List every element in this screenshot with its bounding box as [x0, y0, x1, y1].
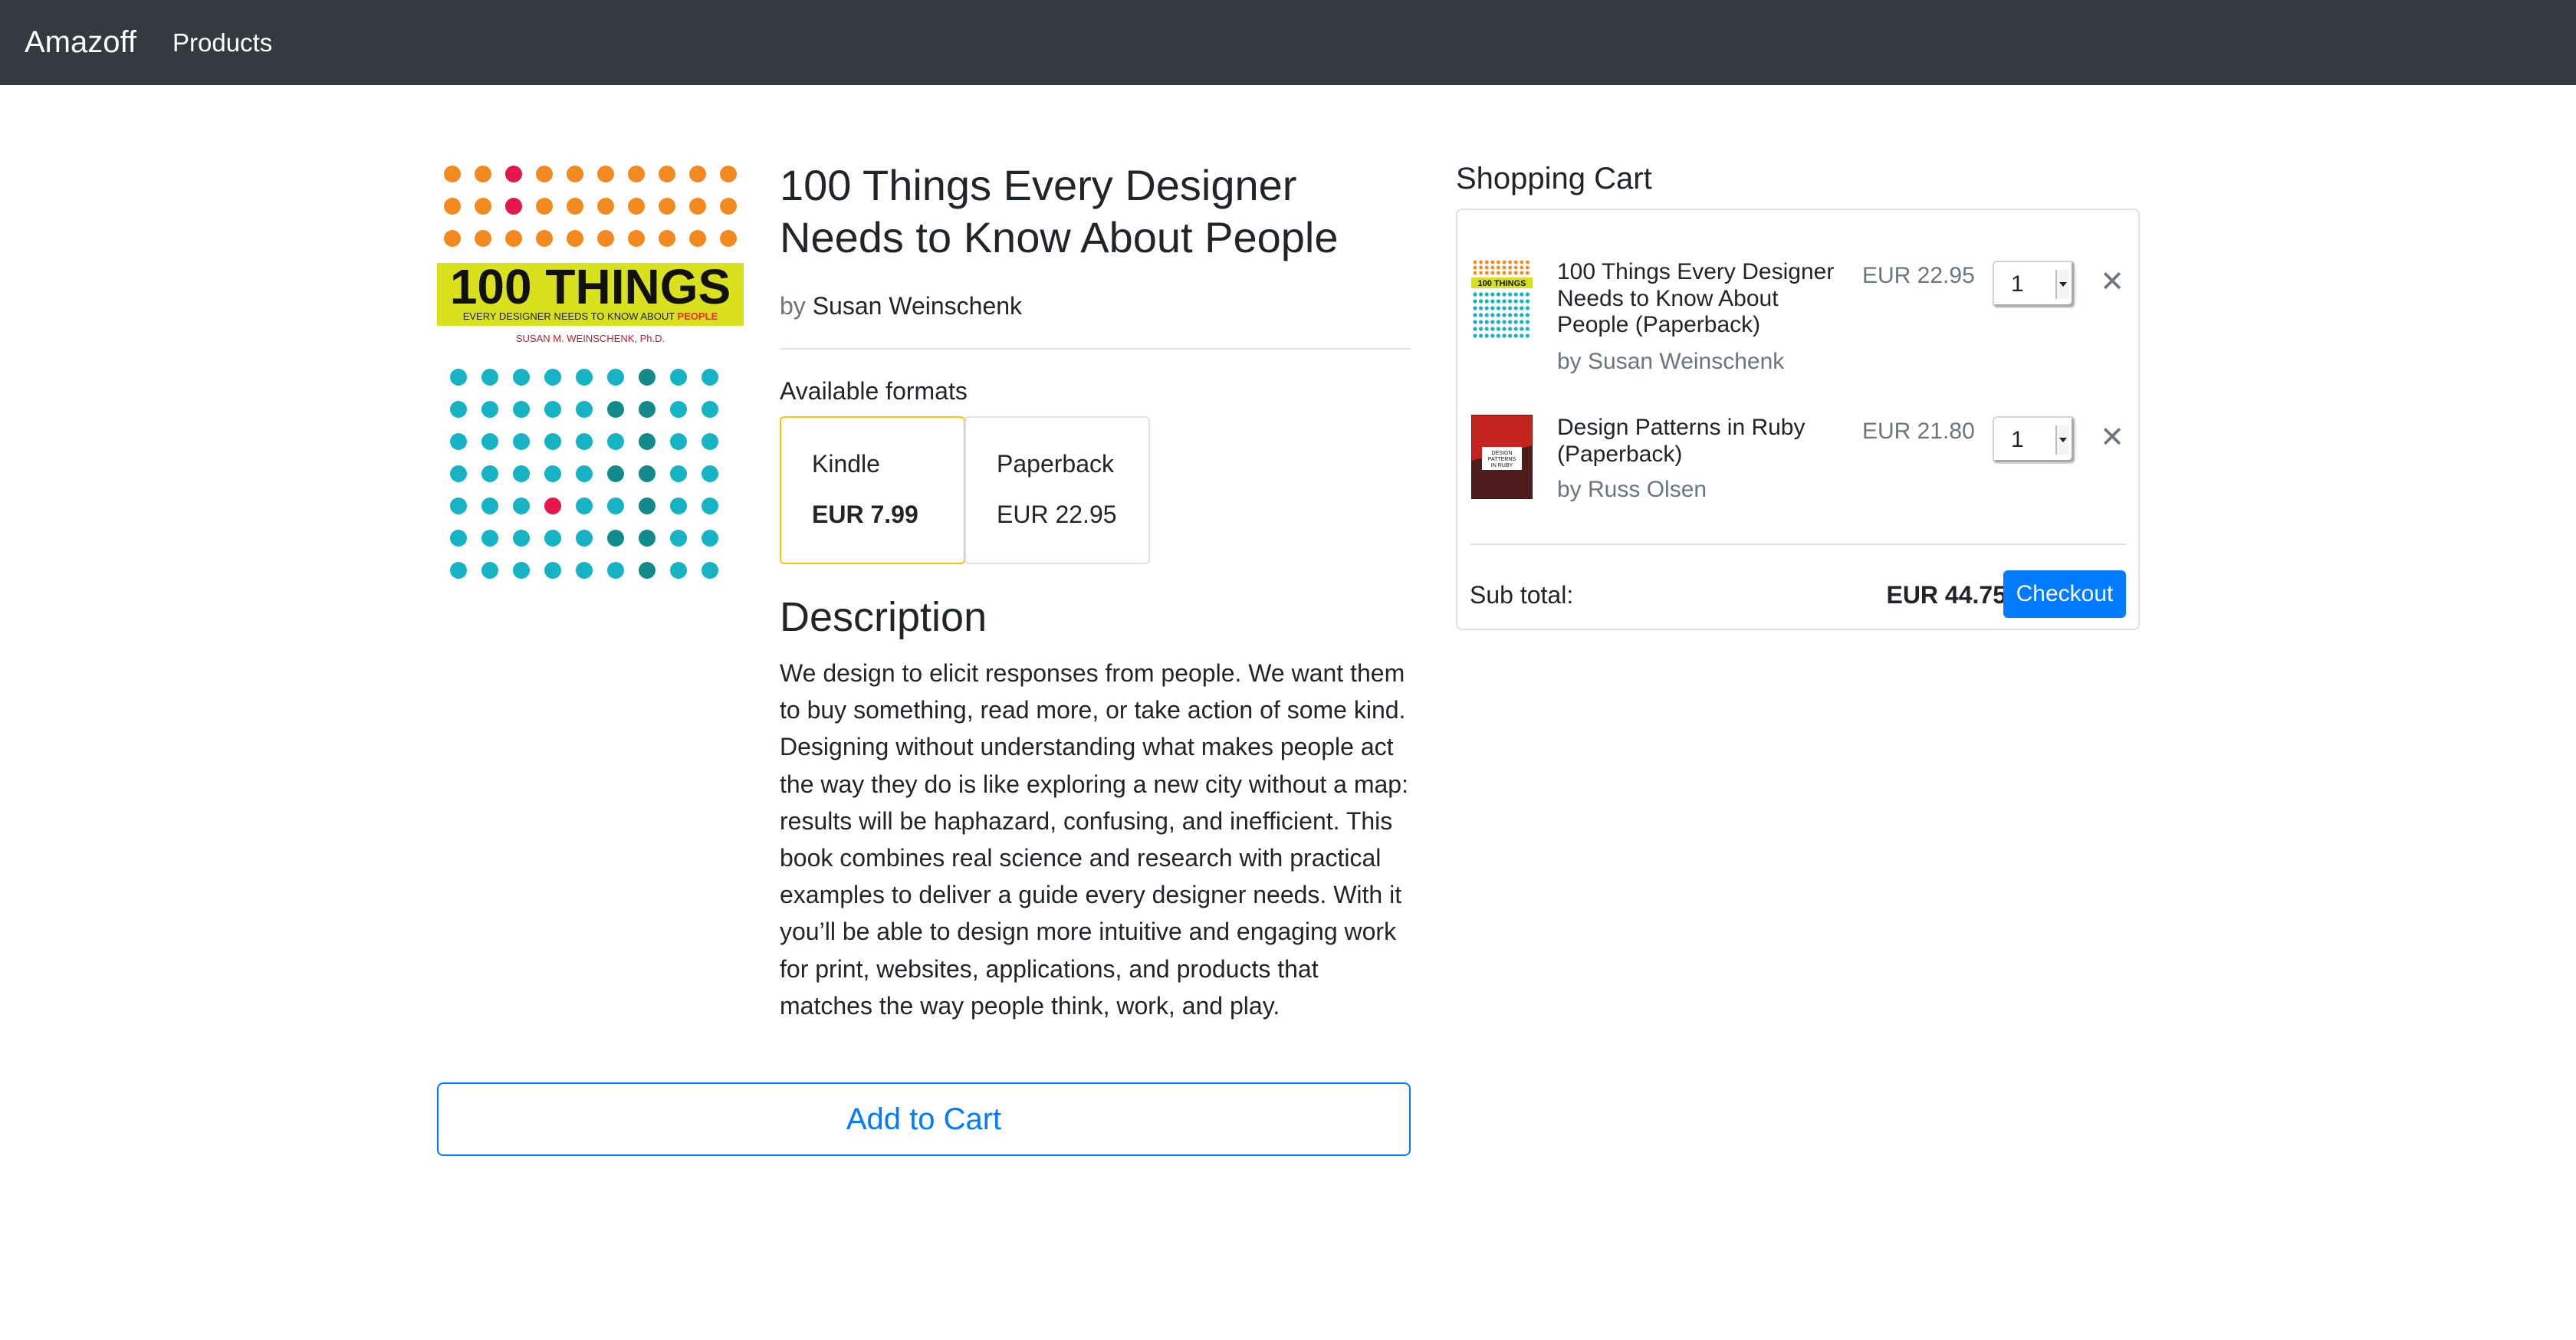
svg-text:100 THINGS: 100 THINGS — [1478, 279, 1526, 288]
formats-heading: Available formats — [780, 377, 968, 405]
quantity-select[interactable]: 1 — [1993, 261, 2075, 308]
product-title: 100 Things Every Designer Needs to Know … — [780, 161, 1339, 261]
format-option-kindle[interactable]: Kindle EUR 7.99 — [780, 416, 965, 564]
cart-item-author: by Susan Weinschenk — [1557, 349, 1785, 374]
svg-text:DESIGN: DESIGN — [1492, 451, 1513, 456]
format-name: Paperback — [997, 450, 1114, 478]
checkout-button[interactable]: Checkout — [2003, 570, 2126, 618]
quantity-value: 1 — [2011, 271, 2024, 297]
quantity-value: 1 — [2011, 427, 2024, 452]
close-icon[interactable]: ✕ — [2098, 268, 2126, 297]
cart-divider — [1470, 544, 2126, 545]
navbar: Amazoff Products — [0, 0, 2576, 85]
cart-item-title: Design Patterns in Ruby (Paperback) — [1557, 415, 1806, 467]
cart-item-thumbnail: 100 THINGS — [1471, 259, 1533, 343]
nav-link-products[interactable]: Products — [172, 25, 272, 61]
svg-text:EVERY DESIGNER NEEDS TO KNOW A: EVERY DESIGNER NEEDS TO KNOW ABOUT PEOPL… — [463, 310, 718, 322]
cover-title-text: 100 THINGS — [450, 259, 731, 314]
description-heading: Description — [780, 594, 987, 640]
subtotal-label: Sub total: — [1470, 581, 1574, 609]
add-to-cart-button[interactable]: Add to Cart — [437, 1082, 1411, 1156]
product-byline: by Susan Weinschenk — [780, 290, 1022, 322]
cart-heading: Shopping Cart — [1456, 162, 1652, 195]
close-icon[interactable]: ✕ — [2098, 423, 2126, 452]
brand-link[interactable]: Amazoff — [25, 23, 136, 61]
chevron-down-icon — [2055, 270, 2069, 299]
shopping-cart-panel: 100 THINGS 100 Things Every Designer Nee… — [1456, 209, 2140, 630]
cart-item-price: EUR 21.80 — [1862, 419, 1975, 444]
subtotal-value: EUR 44.75 — [1886, 581, 2006, 609]
divider — [780, 348, 1411, 350]
chevron-down-icon — [2055, 425, 2069, 455]
description-text: We design to elicit responses from peopl… — [780, 659, 1408, 1020]
cover-author-line: SUSAN M. WEINSCHENK, Ph.D. — [516, 333, 665, 344]
format-option-paperback[interactable]: Paperback EUR 22.95 — [964, 416, 1150, 564]
cover-subtitle: EVERY DESIGNER NEEDS TO KNOW ABOUT — [463, 310, 675, 322]
cart-item-title: 100 Things Every Designer Needs to Know … — [1557, 259, 1835, 337]
by-prefix: by — [780, 292, 806, 320]
cart-item-author: by Russ Olsen — [1557, 477, 1707, 502]
product-author: Susan Weinschenk — [812, 292, 1023, 320]
svg-text:IN RUBY: IN RUBY — [1491, 463, 1513, 468]
book-cover-image: 100 THINGS EVERY DESIGNER NEEDS TO KNOW … — [437, 162, 744, 588]
cart-item-price: EUR 22.95 — [1862, 263, 1975, 288]
format-name: Kindle — [812, 450, 880, 478]
cover-subtitle-highlight: PEOPLE — [678, 310, 718, 322]
format-price: EUR 7.99 — [812, 501, 918, 528]
cart-item-thumbnail: DESIGN PATTERNS IN RUBY — [1471, 415, 1533, 499]
format-price: EUR 22.95 — [997, 501, 1117, 528]
svg-text:PATTERNS: PATTERNS — [1488, 457, 1516, 462]
quantity-select[interactable]: 1 — [1993, 416, 2075, 464]
